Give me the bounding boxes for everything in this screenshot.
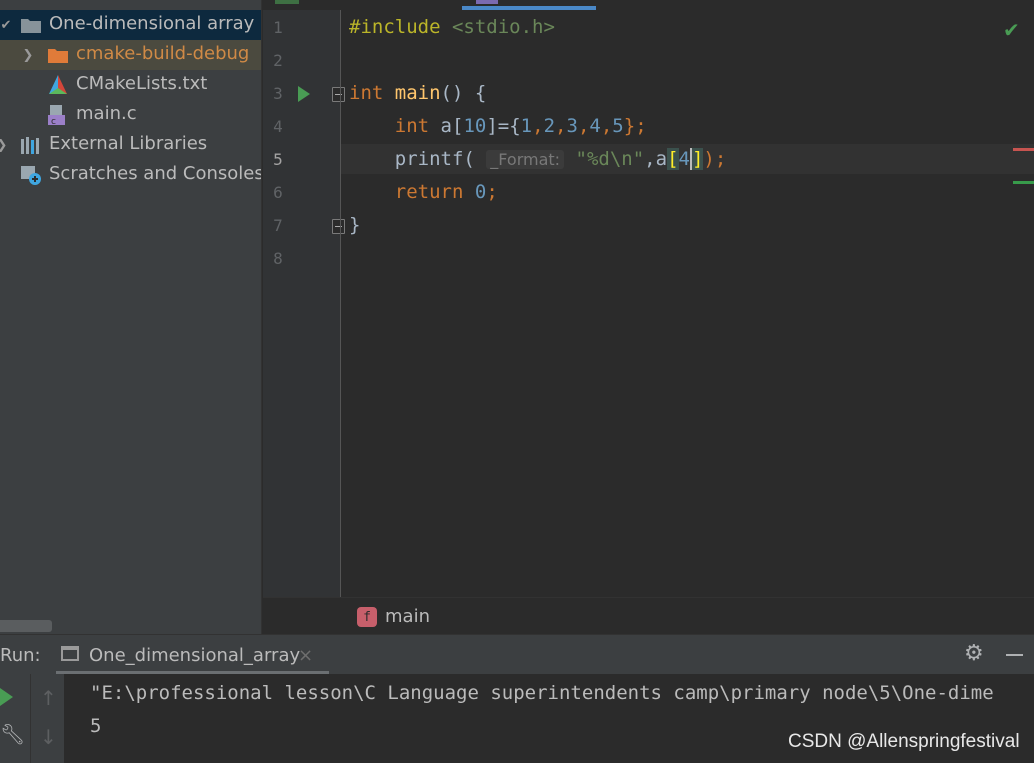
svg-text:c: c xyxy=(51,117,56,126)
code-token: [ xyxy=(452,115,464,137)
fold-close-icon[interactable] xyxy=(332,219,345,234)
cmake-icon xyxy=(47,74,69,96)
line-number-current: 5 xyxy=(273,150,283,169)
line-number: 8 xyxy=(273,249,283,268)
chevron-right-icon[interactable]: ❯ xyxy=(0,135,8,155)
project-tree-panel: ✔ One-dimensional array ❯ cmake-build-de… xyxy=(0,0,262,634)
folder-icon xyxy=(47,44,69,66)
code-token: } xyxy=(349,214,361,236)
gear-icon[interactable]: ⚙ xyxy=(964,641,984,666)
console-line: 5 xyxy=(90,715,102,737)
change-stripe-marker[interactable] xyxy=(1013,181,1034,184)
tree-item-external-libraries[interactable]: ❯ External Libraries xyxy=(0,130,261,160)
console-icon xyxy=(61,646,79,661)
sidebar-scrollbar[interactable] xyxy=(0,620,52,632)
tree-item-label: CMakeLists.txt xyxy=(76,73,208,94)
code-token: 5 xyxy=(612,115,624,137)
code-token: #include xyxy=(349,16,441,38)
code-token: 2 xyxy=(543,115,556,137)
tree-item-label: main.c xyxy=(76,103,137,124)
scratches-icon xyxy=(20,164,42,186)
code-token: "%d\n" xyxy=(575,148,645,170)
tree-item-main-c[interactable]: c main.c xyxy=(0,100,261,130)
wrench-icon[interactable]: 🔧︎ xyxy=(0,722,25,746)
code-token: a xyxy=(440,115,452,137)
line-number: 4 xyxy=(273,117,283,136)
watermark: CSDN @Allenspringfestival xyxy=(788,731,1020,752)
arrow-up-icon[interactable]: ↑ xyxy=(40,686,57,710)
folder-icon xyxy=(20,14,42,36)
code-token: 4 xyxy=(589,115,601,137)
line-number: 7 xyxy=(273,216,283,235)
line-number: 3 xyxy=(273,84,283,103)
code-line-4[interactable]: int a[10]={1,2,3,4,5}; xyxy=(349,115,647,137)
console-line: "E:\professional lesson\C Language super… xyxy=(90,682,994,704)
code-token: 1 xyxy=(520,115,533,137)
code-token: int xyxy=(349,82,384,104)
active-tab-underline xyxy=(462,6,596,10)
line-number: 2 xyxy=(273,51,283,70)
rerun-icon[interactable] xyxy=(0,688,13,706)
tree-item-label: Scratches and Consoles xyxy=(49,163,262,184)
code-token: 4 xyxy=(678,148,690,170)
line-number: 1 xyxy=(273,18,283,37)
chevron-down-icon[interactable]: ✔ xyxy=(0,15,12,35)
tree-item-scratches[interactable]: Scratches and Consoles xyxy=(0,160,261,190)
error-stripe-marker[interactable] xyxy=(1013,148,1034,151)
breadcrumb: f main xyxy=(263,597,1034,634)
gutter-divider xyxy=(340,10,341,597)
run-panel-title: Run: xyxy=(0,645,41,666)
code-token: printf( xyxy=(394,148,475,170)
minimize-icon[interactable] xyxy=(1006,654,1023,656)
code-line-3[interactable]: int main() { xyxy=(349,82,486,104)
fold-open-icon[interactable] xyxy=(332,87,345,102)
chevron-right-icon[interactable]: ❯ xyxy=(22,45,34,65)
code-token: return xyxy=(394,181,464,203)
breadcrumb-item-main[interactable]: main xyxy=(385,606,430,627)
run-main-icon[interactable] xyxy=(298,86,310,102)
close-icon[interactable]: × xyxy=(298,645,313,666)
editor-tab-indicator[interactable] xyxy=(275,0,299,4)
code-token: <stdio.h> xyxy=(451,16,555,38)
code-line-6[interactable]: return 0; xyxy=(349,181,498,203)
code-token: int xyxy=(394,115,430,137)
run-panel-header: Run: One_dimensional_array × ⚙ xyxy=(0,634,1034,675)
arrow-down-icon[interactable]: ↓ xyxy=(40,725,57,749)
function-icon: f xyxy=(357,607,377,627)
run-toolbar: 🔧︎ ↑ ↓ xyxy=(0,674,64,763)
code-token: 3 xyxy=(566,115,578,137)
code-token: 0 xyxy=(474,181,487,203)
code-line-1[interactable]: #include <stdio.h> xyxy=(349,16,555,38)
code-token: main xyxy=(394,82,441,104)
editor-tab-file-icon[interactable] xyxy=(476,0,498,4)
code-editor[interactable]: 1 2 3 4 5 6 7 8 #include <stdio.h> int m… xyxy=(263,0,1034,634)
c-file-icon: c xyxy=(47,104,69,126)
line-number: 6 xyxy=(273,183,283,202)
code-token: () { xyxy=(440,82,487,104)
code-token: 10 xyxy=(463,115,487,137)
code-line-7[interactable]: } xyxy=(349,214,360,236)
tree-item-cmakelists[interactable]: CMakeLists.txt xyxy=(0,70,261,100)
libraries-icon xyxy=(20,134,42,156)
run-tab[interactable]: One_dimensional_array × xyxy=(56,635,329,675)
tree-item-label: One-dimensional array xyxy=(49,13,255,34)
toolbar-divider xyxy=(30,674,31,763)
tree-item-label: External Libraries xyxy=(49,133,208,154)
code-token: ,a xyxy=(644,148,668,170)
code-token: }; xyxy=(623,115,647,137)
run-tab-label: One_dimensional_array xyxy=(89,645,301,666)
code-token: ; xyxy=(486,181,498,203)
tree-item-project-root[interactable]: ✔ One-dimensional array xyxy=(0,10,261,40)
code-token: ]={ xyxy=(486,115,521,137)
code-line-5[interactable]: printf( _Format: "%d\n",a[4]); xyxy=(349,148,726,170)
tree-item-label: cmake-build-debug xyxy=(76,43,250,64)
inspection-ok-icon[interactable]: ✔ xyxy=(1003,18,1020,42)
tree-item-cmake-build-debug[interactable]: ❯ cmake-build-debug xyxy=(0,40,261,70)
code-token: ); xyxy=(703,148,727,170)
parameter-hint: _Format: xyxy=(486,150,565,169)
